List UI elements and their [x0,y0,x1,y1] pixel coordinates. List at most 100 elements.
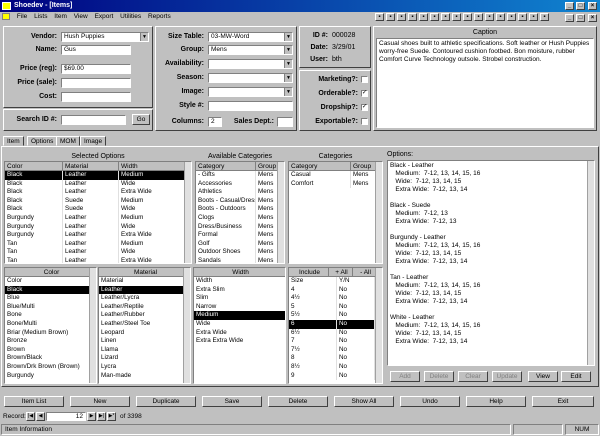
price-reg-input[interactable]: $69.00 [61,64,131,74]
menu-utilities[interactable]: Utilities [120,13,141,20]
chevron-down-icon[interactable]: ▼ [284,74,292,82]
marketing-checkbox[interactable] [361,76,368,83]
col-category-header[interactable]: Category [196,162,256,170]
chevron-down-icon[interactable]: ▼ [284,60,292,68]
cost-input[interactable] [61,92,131,102]
col-material-header[interactable]: Material [63,162,119,170]
toolbar-icon-11[interactable]: ▪ [485,13,494,21]
table-row[interactable]: 8½ No [289,362,382,372]
orderable-checkbox[interactable]: ✓ [361,90,368,97]
list-item[interactable]: Leather/Lycra [99,294,190,303]
list-item[interactable]: Man-made [99,372,190,381]
list-item[interactable]: Leather/Steel Toe [99,320,190,329]
toolbar-icon-9[interactable]: ▪ [463,13,472,21]
list-item[interactable]: Black [5,285,96,295]
edit-button[interactable]: Edit [561,371,591,382]
maximize-icon[interactable]: □ [576,2,585,10]
list-item[interactable]: Leather [99,285,190,295]
caption-textarea[interactable]: Casual shoes built to athletic specifica… [376,38,594,128]
chevron-down-icon[interactable]: ▼ [284,46,292,54]
dropship-checkbox[interactable]: ✓ [361,104,368,111]
first-record-icon[interactable]: |◀ [26,412,35,421]
availability-select[interactable]: ▼ [208,59,293,69]
table-row[interactable]: 8 No [289,354,382,363]
list-item[interactable]: Leather/Reptile [99,303,190,312]
table-row[interactable]: Dress/Business Mens [196,222,284,232]
list-item[interactable]: Llama [99,346,190,355]
list-item[interactable]: Extra Wide [194,329,285,338]
list-item[interactable]: Extra Extra Wide [194,337,285,346]
table-row[interactable]: 7½ No [289,345,382,355]
delete-button[interactable]: Delete [268,396,328,407]
name-input[interactable]: Gus [61,45,131,55]
col-group-header[interactable]: Group [256,162,278,170]
table-row[interactable]: 6½ No [289,328,382,338]
col-category-header[interactable]: Category [289,162,351,170]
table-row[interactable]: - Gifts Mens [196,171,284,180]
remove-all-button[interactable]: - All [353,268,377,276]
price-sale-input[interactable] [61,78,131,88]
scrollbar[interactable] [183,268,190,383]
toolbar-icon-10[interactable]: ▪ [474,13,483,21]
categories-grid[interactable]: Category Group Casual Mens Comfort Mens [288,161,383,264]
toolbar-icon-1[interactable]: ▪ [375,13,384,21]
table-row[interactable]: Boots - Casual/Dress Mens [196,196,284,206]
table-row[interactable]: Black Leather Extra Wide [5,188,191,197]
table-row[interactable]: Burgundy Leather Extra Wide [5,231,191,240]
chevron-down-icon[interactable]: ▼ [284,88,292,96]
menu-reports[interactable]: Reports [148,13,171,20]
chevron-down-icon[interactable]: ▼ [284,33,292,41]
menu-view[interactable]: View [74,13,88,20]
item-list-button[interactable]: Item List [4,396,64,407]
last-record-icon[interactable]: ▶| [97,412,106,421]
scrollbar[interactable] [587,161,594,365]
table-row[interactable]: Formal Mens [196,231,284,240]
season-select[interactable]: ▼ [208,73,293,83]
list-item[interactable]: Leather/Rubber [99,311,190,320]
list-item[interactable]: Briar (Medium Brown) [5,329,96,338]
go-button[interactable]: Go [132,114,150,125]
table-row[interactable]: Athletics Mens [196,188,284,197]
duplicate-button[interactable]: Duplicate [136,396,196,407]
doc-restore-icon[interactable]: □ [576,14,585,22]
table-row[interactable]: 6 No [289,319,382,329]
scrollbar[interactable] [375,162,382,263]
next-record-icon[interactable]: ▶ [87,412,96,421]
selected-options-grid[interactable]: Color Material Width Black Leather Medium B… [4,161,192,264]
width-list[interactable]: Width Width Extra Slim Slim Narrow Medium Wid… [193,267,286,384]
col-group-header[interactable]: Group [351,162,376,170]
list-item[interactable]: Medium [194,311,285,320]
table-row[interactable]: 5½ No [289,311,382,320]
table-row[interactable]: Sandals Mens [196,256,284,263]
tab-mom[interactable]: MOM [56,136,80,146]
menu-file[interactable]: File [17,13,27,20]
toolbar-icon-14[interactable]: ▪ [518,13,527,21]
list-item[interactable]: Brown [5,346,96,355]
table-row[interactable]: Tan Leather Wide [5,248,191,257]
toolbar-icon-8[interactable]: ▪ [452,13,461,21]
record-number-input[interactable]: 12 [46,412,86,421]
toolbar-icon-6[interactable]: ▪ [430,13,439,21]
image-select[interactable]: ▼ [208,87,293,97]
table-row[interactable]: 7 No [289,337,382,346]
toolbar-icon-16[interactable]: ▪ [540,13,549,21]
sales-dept-input[interactable] [277,117,293,127]
list-item[interactable]: Bronze [5,337,96,346]
table-row[interactable]: Burgundy Leather Medium [5,213,191,223]
doc-close-icon[interactable]: × [588,14,597,22]
list-item[interactable]: Wide [194,320,285,329]
color-list[interactable]: Color Color Black Blue Blue/Multi Bone Bone/M… [4,267,97,384]
table-row[interactable]: Casual Mens [289,171,382,180]
scrollbar[interactable] [277,162,284,263]
clear-button[interactable]: Clear [458,371,488,382]
new-button[interactable]: New [70,396,130,407]
list-item[interactable]: Linen [99,337,190,346]
toolbar-icon-5[interactable]: ▪ [419,13,428,21]
list-item[interactable]: Brown/Black [5,354,96,363]
vendor-select[interactable]: Hush Puppies ▼ [61,32,149,42]
add-all-button[interactable]: + All [329,268,353,276]
add-button[interactable]: Add [390,371,420,382]
table-row[interactable]: Boots - Outdoors Mens [196,205,284,214]
material-list[interactable]: Material Material Leather Leather/Lycra Lea… [98,267,191,384]
list-item[interactable]: Narrow [194,303,285,312]
